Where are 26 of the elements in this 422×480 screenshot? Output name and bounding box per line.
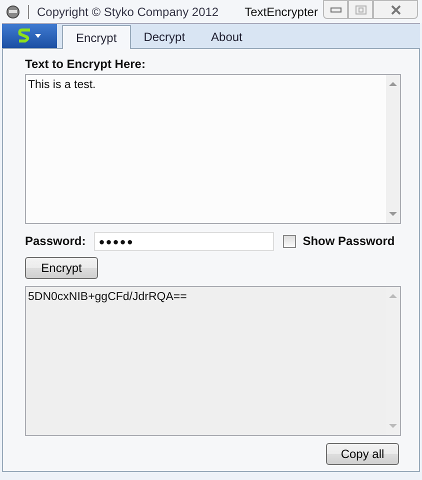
tab[interactable]: About (198, 26, 256, 48)
maximize-icon (354, 4, 366, 14)
encrypt-button[interactable]: Encrypt (25, 257, 98, 279)
show-password-checkbox[interactable] (282, 234, 296, 248)
logo-dropdown-icon (16, 28, 42, 44)
copyright-text: Copyright © Styko Company 2012 (37, 4, 219, 18)
app-menu-button[interactable] (2, 24, 57, 48)
copy-all-button[interactable]: Copy all (326, 443, 399, 465)
show-password-label: Show Password (302, 234, 395, 248)
output-text-area: 5DN0cxNIB+ggCFd/JdrRQA== (25, 286, 401, 436)
scroll-up-icon[interactable] (389, 81, 397, 86)
input-text-area[interactable]: This is a test. (25, 74, 401, 224)
scroll-up-icon[interactable] (389, 293, 397, 298)
minimize-icon (330, 6, 342, 12)
scroll-down-icon[interactable] (389, 424, 397, 429)
password-field[interactable]: ●●●●● (94, 232, 274, 250)
app-icon (6, 4, 20, 18)
password-label: Password: (25, 234, 86, 248)
scroll-down-icon[interactable] (389, 212, 397, 217)
tab[interactable]: Decrypt (130, 26, 198, 48)
window-title: TextEncrypter (244, 4, 318, 18)
input-label: Text to Encrypt Here: (25, 57, 146, 71)
minimize-button[interactable] (323, 0, 348, 19)
close-button[interactable] (373, 0, 418, 19)
tab[interactable]: Encrypt (62, 25, 131, 49)
close-icon (390, 4, 402, 14)
